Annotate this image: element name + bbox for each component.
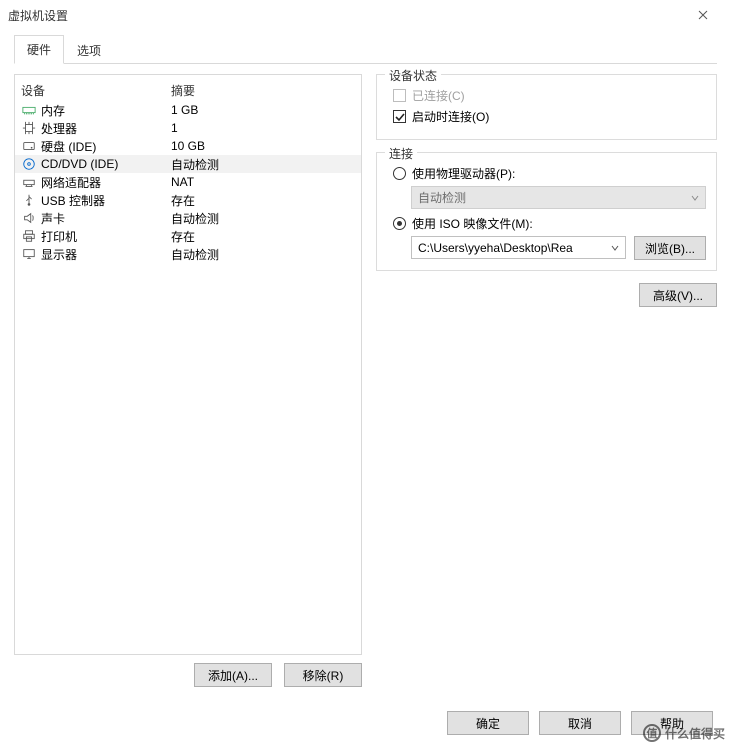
hardware-list-header: 设备 摘要 <box>15 81 361 99</box>
connected-checkbox-row: 已连接(C) <box>393 87 706 104</box>
col-device-header: 设备 <box>21 82 171 99</box>
memory-icon <box>21 103 36 118</box>
cd-icon <box>21 157 36 172</box>
connection-group: 连接 使用物理驱动器(P): 自动检测 使用 ISO 映像文件(M): <box>376 152 717 271</box>
device-summary: NAT <box>171 175 194 189</box>
device-status-title: 设备状态 <box>385 67 441 84</box>
window-title: 虚拟机设置 <box>8 7 68 24</box>
iso-path-value: C:\Users\yyeha\Desktop\Rea <box>418 241 573 255</box>
device-name: 处理器 <box>41 120 77 137</box>
title-bar: 虚拟机设置 <box>0 0 731 30</box>
watermark-icon: 值 <box>643 724 661 742</box>
display-icon <box>21 247 36 262</box>
watermark-text: 什么值得买 <box>665 725 725 742</box>
hardware-row[interactable]: 显示器 自动检测 <box>15 245 361 263</box>
cpu-icon <box>21 121 36 136</box>
device-summary: 10 GB <box>171 139 205 153</box>
printer-icon <box>21 229 36 244</box>
device-summary: 1 <box>171 121 178 135</box>
hardware-row[interactable]: 网络适配器 NAT <box>15 173 361 191</box>
connection-title: 连接 <box>385 145 417 162</box>
tab-hardware[interactable]: 硬件 <box>14 35 64 64</box>
usb-icon <box>21 193 36 208</box>
device-name: 声卡 <box>41 210 65 227</box>
browse-button[interactable]: 浏览(B)... <box>634 236 706 260</box>
check-icon <box>395 112 405 122</box>
connected-label: 已连接(C) <box>412 87 465 104</box>
iso-path-combo[interactable]: C:\Users\yyeha\Desktop\Rea <box>411 236 626 259</box>
device-summary: 自动检测 <box>171 156 219 173</box>
use-physical-label: 使用物理驱动器(P): <box>412 165 515 182</box>
chevron-down-icon[interactable] <box>611 241 619 255</box>
device-name: 网络适配器 <box>41 174 101 191</box>
remove-button[interactable]: 移除(R) <box>284 663 362 687</box>
cancel-button[interactable]: 取消 <box>539 711 621 735</box>
hardware-row[interactable]: 声卡 自动检测 <box>15 209 361 227</box>
hardware-row[interactable]: CD/DVD (IDE) 自动检测 <box>15 155 361 173</box>
connect-at-power-checkbox[interactable] <box>393 110 406 123</box>
ok-button[interactable]: 确定 <box>447 711 529 735</box>
device-name: USB 控制器 <box>41 192 105 209</box>
connected-checkbox <box>393 89 406 102</box>
device-name: 打印机 <box>41 228 77 245</box>
physical-drive-combo: 自动检测 <box>411 186 706 209</box>
hardware-list[interactable]: 设备 摘要 内存 1 GB 处理器 1 硬盘 (IDE) 10 GB CD/DVD (IDE… <box>14 74 362 655</box>
device-name: 内存 <box>41 102 65 119</box>
device-status-group: 设备状态 已连接(C) 启动时连接(O) <box>376 74 717 140</box>
hardware-row[interactable]: 硬盘 (IDE) 10 GB <box>15 137 361 155</box>
connect-at-power-row[interactable]: 启动时连接(O) <box>393 108 706 125</box>
disk-icon <box>21 139 36 154</box>
device-summary: 自动检测 <box>171 210 219 227</box>
network-icon <box>21 175 36 190</box>
tabs: 硬件 选项 <box>14 34 717 64</box>
device-summary: 1 GB <box>171 103 198 117</box>
close-icon <box>698 10 708 20</box>
use-iso-label: 使用 ISO 映像文件(M): <box>412 215 533 232</box>
device-summary: 存在 <box>171 228 195 245</box>
use-iso-radio-row[interactable]: 使用 ISO 映像文件(M): <box>393 215 706 232</box>
device-name: CD/DVD (IDE) <box>41 157 118 171</box>
tab-options[interactable]: 选项 <box>64 36 114 64</box>
col-summary-header: 摘要 <box>171 82 195 99</box>
close-button[interactable] <box>683 0 723 30</box>
device-name: 显示器 <box>41 246 77 263</box>
hardware-row[interactable]: 内存 1 GB <box>15 101 361 119</box>
device-name: 硬盘 (IDE) <box>41 138 96 155</box>
hardware-row[interactable]: 处理器 1 <box>15 119 361 137</box>
add-button[interactable]: 添加(A)... <box>194 663 272 687</box>
device-summary: 自动检测 <box>171 246 219 263</box>
sound-icon <box>21 211 36 226</box>
use-physical-radio-row[interactable]: 使用物理驱动器(P): <box>393 165 706 182</box>
connect-at-power-label: 启动时连接(O) <box>412 108 489 125</box>
watermark: 值 什么值得买 <box>643 724 725 742</box>
use-iso-radio[interactable] <box>393 217 406 230</box>
device-summary: 存在 <box>171 192 195 209</box>
use-physical-radio[interactable] <box>393 167 406 180</box>
chevron-down-icon <box>691 191 699 205</box>
physical-drive-value: 自动检测 <box>418 189 466 206</box>
hardware-row[interactable]: USB 控制器 存在 <box>15 191 361 209</box>
hardware-row[interactable]: 打印机 存在 <box>15 227 361 245</box>
advanced-button[interactable]: 高级(V)... <box>639 283 717 307</box>
